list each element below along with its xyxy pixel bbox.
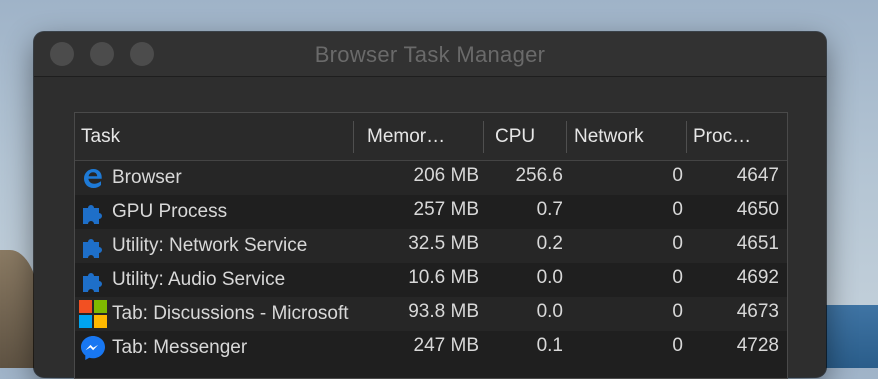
column-header-cpu[interactable]: CPU — [495, 113, 565, 160]
column-divider[interactable] — [686, 121, 687, 153]
microsoft-logo-icon — [79, 300, 107, 328]
column-header-network[interactable]: Network — [574, 113, 684, 160]
cpu-value: 0.1 — [536, 335, 563, 356]
column-divider[interactable] — [566, 121, 567, 153]
table-row[interactable]: Browser 206 MB 256.6 0 4647 — [75, 161, 787, 195]
process-id-value: 4692 — [736, 267, 779, 288]
network-value: 0 — [672, 199, 683, 220]
process-id-value: 4651 — [736, 233, 779, 254]
process-id-value: 4728 — [736, 335, 779, 356]
column-header-process-id[interactable]: Proc… — [693, 113, 783, 160]
cpu-value: 0.2 — [536, 233, 563, 254]
puzzle-extension-icon — [83, 239, 102, 258]
edge-browser-icon — [84, 169, 102, 188]
network-value: 0 — [672, 267, 683, 288]
table-row[interactable]: Utility: Network Service 32.5 MB 0.2 0 4… — [75, 229, 787, 263]
task-name: Utility: Audio Service — [112, 269, 286, 290]
cpu-value: 0.0 — [536, 301, 563, 322]
table-row[interactable]: GPU Process 257 MB 0.7 0 4650 — [75, 195, 787, 229]
network-value: 0 — [672, 335, 683, 356]
task-name: GPU Process — [112, 201, 228, 222]
network-value: 0 — [672, 165, 683, 186]
process-id-value: 4673 — [736, 301, 779, 322]
process-id-value: 4650 — [736, 199, 779, 220]
memory-value: 93.8 MB — [408, 301, 479, 322]
table-row[interactable]: Tab: Messenger 247 MB 0.1 0 4728 — [75, 331, 787, 365]
titlebar[interactable]: Browser Task Manager — [34, 32, 826, 77]
column-header-task[interactable]: Task — [81, 113, 351, 160]
table-header: Task Memor… CPU Network Proc… — [75, 113, 787, 160]
task-name: Tab: Messenger — [112, 337, 248, 358]
task-name: Browser — [112, 167, 182, 188]
memory-value: 32.5 MB — [408, 233, 479, 254]
window-title: Browser Task Manager — [314, 42, 546, 67]
cpu-value: 0.0 — [536, 267, 563, 288]
memory-value: 206 MB — [413, 165, 479, 186]
puzzle-extension-icon — [83, 273, 102, 292]
memory-value: 247 MB — [413, 335, 479, 356]
table-row[interactable]: Tab: Discussions - Microsoft 93.8 MB 0.0… — [75, 297, 787, 331]
task-name: Utility: Network Service — [112, 235, 308, 256]
messenger-icon — [81, 336, 105, 360]
process-id-value: 4647 — [736, 165, 779, 186]
memory-value: 10.6 MB — [408, 267, 479, 288]
cpu-value: 256.6 — [515, 165, 563, 186]
cpu-value: 0.7 — [536, 199, 563, 220]
memory-value: 257 MB — [413, 199, 479, 220]
desktop-sea — [818, 305, 878, 368]
task-table: Task Memor… CPU Network Proc… Browser 20… — [74, 112, 788, 379]
task-manager-window: Browser Task Manager Task Memor… CPU Net… — [34, 32, 826, 379]
task-name: Tab: Discussions - Microsoft — [112, 303, 349, 324]
network-value: 0 — [672, 233, 683, 254]
puzzle-extension-icon — [83, 205, 102, 224]
column-divider[interactable] — [353, 121, 354, 153]
table-row[interactable]: Utility: Audio Service 10.6 MB 0.0 0 469… — [75, 263, 787, 297]
network-value: 0 — [672, 301, 683, 322]
column-header-memory[interactable]: Memor… — [367, 113, 477, 160]
column-divider[interactable] — [483, 121, 484, 153]
